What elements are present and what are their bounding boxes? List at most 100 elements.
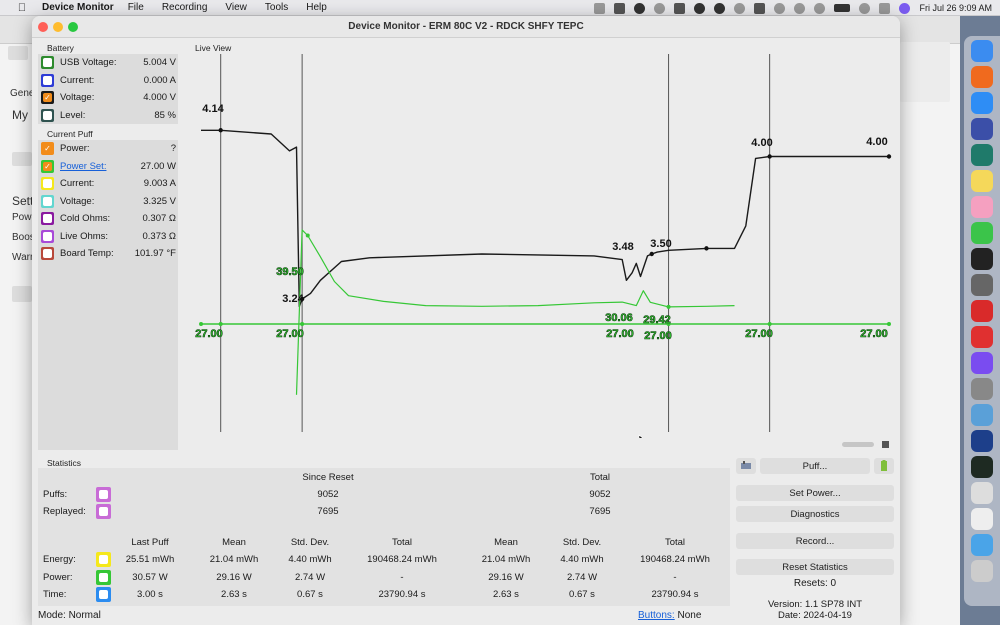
scroll-right-arrow-icon[interactable] bbox=[882, 441, 889, 448]
notification-status-icon[interactable] bbox=[714, 2, 726, 14]
buttons-link[interactable]: Buttons: bbox=[638, 610, 675, 621]
background-app-field[interactable] bbox=[12, 152, 32, 166]
menu-tools[interactable]: Tools bbox=[265, 2, 288, 13]
opera-dock-icon[interactable] bbox=[971, 300, 993, 322]
checkmark-icon[interactable]: ✓ bbox=[43, 93, 52, 103]
puff-row-1: ✓ Power Set: 27.00 W bbox=[38, 158, 178, 176]
volume-icon[interactable] bbox=[754, 2, 766, 14]
siri-icon[interactable] bbox=[899, 2, 911, 14]
stat-row-color-swatch[interactable] bbox=[96, 570, 111, 585]
activity-status-icon[interactable] bbox=[694, 2, 706, 14]
dna-app-dock-icon[interactable] bbox=[971, 144, 993, 166]
finder-dock-icon[interactable] bbox=[971, 40, 993, 62]
puff-label[interactable]: Power Set: bbox=[60, 161, 141, 172]
utility-dock-icon[interactable] bbox=[971, 378, 993, 400]
puff-color-swatch[interactable] bbox=[41, 177, 54, 191]
menubar-clock[interactable]: Fri Jul 26 9:09 AM bbox=[919, 3, 992, 13]
live-view-scrollbar[interactable] bbox=[187, 441, 892, 448]
puff-checkbox[interactable] bbox=[43, 249, 52, 259]
apple-icon[interactable]:  bbox=[14, 2, 30, 14]
firefox-dock-icon[interactable] bbox=[971, 66, 993, 88]
battery-color-swatch[interactable] bbox=[41, 108, 54, 122]
reset-statistics-button[interactable]: Reset Statistics bbox=[736, 559, 894, 575]
live-view-chart[interactable]: 4.14 3.24 3.48 3.50 4.00 4.00 39.50 30.06 29.42 2… bbox=[187, 54, 896, 438]
menu-help[interactable]: Help bbox=[306, 2, 327, 13]
terminal-dock-icon[interactable] bbox=[971, 248, 993, 270]
stat-row-checkbox[interactable] bbox=[99, 573, 108, 582]
bluetooth-icon[interactable] bbox=[814, 2, 826, 14]
onepassword-dock-icon[interactable] bbox=[971, 430, 993, 452]
puff-checkbox[interactable] bbox=[43, 214, 52, 224]
bbedit-dock-icon[interactable] bbox=[971, 118, 993, 140]
control-center-icon[interactable] bbox=[879, 2, 891, 14]
puff-color-swatch[interactable] bbox=[41, 247, 54, 261]
puff-color-swatch[interactable]: ✓ bbox=[41, 142, 54, 156]
wifi-icon[interactable] bbox=[859, 2, 871, 14]
puff-checkbox[interactable] bbox=[43, 231, 52, 241]
puff-color-swatch[interactable] bbox=[41, 194, 54, 208]
stat-row-color-swatch[interactable] bbox=[96, 552, 111, 567]
battery-checkbox[interactable] bbox=[43, 58, 52, 68]
close-button[interactable] bbox=[38, 22, 48, 32]
set-power-button[interactable]: Set Power... bbox=[736, 485, 894, 501]
stat-row-checkbox[interactable] bbox=[99, 555, 108, 564]
notes-dock-icon[interactable] bbox=[971, 170, 993, 192]
spotlight-icon[interactable] bbox=[774, 2, 786, 14]
background-app-button-2[interactable] bbox=[12, 286, 32, 302]
stat-row-checkbox[interactable] bbox=[99, 590, 108, 599]
puff-checkbox[interactable] bbox=[43, 179, 52, 189]
messages-dock-icon[interactable] bbox=[971, 222, 993, 244]
calendar-status-icon[interactable] bbox=[674, 2, 686, 14]
menu-recording[interactable]: Recording bbox=[162, 2, 208, 13]
checkmark-icon[interactable]: ✓ bbox=[43, 161, 52, 171]
record-button[interactable]: Record... bbox=[736, 533, 894, 549]
checkmark-icon[interactable]: ✓ bbox=[43, 144, 52, 154]
puffs-color-swatch[interactable] bbox=[96, 487, 111, 502]
battery-color-swatch[interactable]: ✓ bbox=[41, 91, 54, 105]
puff-checkbox[interactable] bbox=[43, 196, 52, 206]
buttons-value: None bbox=[677, 610, 702, 621]
background-app-button[interactable] bbox=[8, 46, 28, 60]
menu-view[interactable]: View bbox=[225, 2, 247, 13]
battery-checkbox[interactable] bbox=[43, 75, 52, 85]
battery-icon[interactable] bbox=[834, 4, 851, 12]
battery-button[interactable] bbox=[874, 458, 894, 474]
puffs-checkbox[interactable] bbox=[99, 490, 108, 499]
time-machine-icon[interactable] bbox=[794, 2, 806, 14]
puff-button[interactable]: Puff... bbox=[760, 458, 870, 474]
battery-value: 5.004 V bbox=[143, 57, 176, 69]
menubar-app-name[interactable]: Device Monitor bbox=[42, 2, 114, 13]
puff-color-swatch[interactable] bbox=[41, 212, 54, 226]
scrollbar-thumb[interactable] bbox=[842, 442, 874, 447]
preview-dock-icon[interactable] bbox=[971, 404, 993, 426]
document-dock-icon[interactable] bbox=[971, 508, 993, 530]
battery-checkbox[interactable] bbox=[43, 110, 52, 120]
trash-icon[interactable] bbox=[971, 560, 993, 582]
stat-row-color-swatch[interactable] bbox=[96, 587, 111, 602]
settings-dock-icon[interactable] bbox=[971, 274, 993, 296]
messenger-dock-icon[interactable] bbox=[971, 352, 993, 374]
battery-color-swatch[interactable] bbox=[41, 56, 54, 70]
dropbox-icon[interactable] bbox=[614, 2, 626, 14]
clock-status-icon[interactable] bbox=[654, 2, 666, 14]
downloads-folder-dock-icon[interactable] bbox=[971, 534, 993, 556]
onepassword-status-icon[interactable] bbox=[634, 2, 646, 14]
replayed-checkbox[interactable] bbox=[99, 507, 108, 516]
device-monitor-dock-icon[interactable] bbox=[971, 482, 993, 504]
puff-color-swatch[interactable] bbox=[41, 229, 54, 243]
adblock-dock-icon[interactable] bbox=[971, 326, 993, 348]
menu-file[interactable]: File bbox=[128, 2, 144, 13]
puff-color-swatch[interactable]: ✓ bbox=[41, 159, 54, 173]
airplay-icon[interactable] bbox=[734, 2, 746, 14]
finder-status-icon[interactable] bbox=[594, 2, 606, 14]
diagnostics-button[interactable]: Diagnostics bbox=[736, 506, 894, 522]
minimize-button[interactable] bbox=[53, 22, 63, 32]
tools-icon-button[interactable] bbox=[736, 458, 756, 474]
statistics-panel: Since Reset Total Puffs: 9052 9052 Repla… bbox=[38, 468, 730, 606]
zoom-button[interactable] bbox=[68, 22, 78, 32]
replayed-color-swatch[interactable] bbox=[96, 504, 111, 519]
activity-monitor-dock-icon[interactable] bbox=[971, 456, 993, 478]
battery-color-swatch[interactable] bbox=[41, 73, 54, 87]
safari-dock-icon[interactable] bbox=[971, 92, 993, 114]
photos-dock-icon[interactable] bbox=[971, 196, 993, 218]
